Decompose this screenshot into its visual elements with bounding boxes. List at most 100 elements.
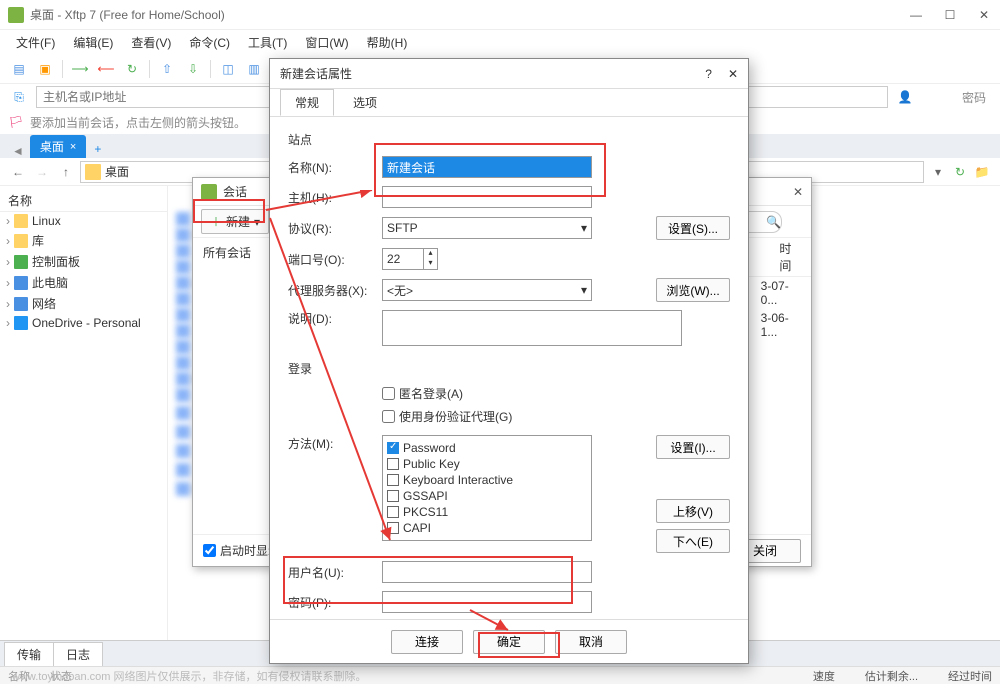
newfolder-icon[interactable]: 📁 xyxy=(972,162,992,182)
move-down-button[interactable]: 下へ(E) xyxy=(656,529,730,553)
tree-item[interactable]: ›Linux xyxy=(0,212,167,230)
tab-close-icon[interactable]: × xyxy=(70,141,76,153)
tree-item[interactable]: ›库 xyxy=(0,230,167,251)
menu-view[interactable]: 查看(V) xyxy=(123,32,179,53)
status-remain: 估计剩余... xyxy=(865,668,918,684)
agent-check[interactable] xyxy=(382,410,395,423)
port-input[interactable]: 22 ▴ ▾ xyxy=(382,248,438,270)
tab-options[interactable]: 选项 xyxy=(338,89,392,116)
anon-label: 匿名登录(A) xyxy=(399,385,463,402)
port-down-icon[interactable]: ▾ xyxy=(423,259,437,269)
menu-command[interactable]: 命令(C) xyxy=(181,32,238,53)
pass-label: 密码(P): xyxy=(288,594,374,611)
dialog-close-icon[interactable]: ✕ xyxy=(728,67,738,81)
menu-window[interactable]: 窗口(W) xyxy=(297,32,356,53)
chevron-down-icon: ▾ xyxy=(581,283,587,297)
tab-label: 桌面 xyxy=(40,138,64,155)
maximize-button[interactable]: ☐ xyxy=(942,8,958,22)
desktop-tab[interactable]: 桌面 × xyxy=(30,135,86,158)
methods-list[interactable]: PasswordPublic KeyKeyboard InteractiveGS… xyxy=(382,435,592,541)
nav-fwd-icon[interactable]: → xyxy=(32,162,52,182)
menu-edit[interactable]: 编辑(E) xyxy=(65,32,121,53)
tree-item[interactable]: ›网络 xyxy=(0,293,167,314)
site-group: 站点 xyxy=(288,131,730,148)
pane2-icon[interactable]: ▥ xyxy=(243,58,265,80)
method-item[interactable]: Keyboard Interactive xyxy=(387,472,587,488)
help-icon[interactable]: ? xyxy=(705,67,712,81)
name-label: 名称(N): xyxy=(288,159,374,176)
titlebar: 桌面 - Xftp 7 (Free for Home/School) — ☐ ✕ xyxy=(0,0,1000,30)
dialog-footer: 连接 确定 取消 xyxy=(270,619,748,663)
method-item[interactable]: PKCS11 xyxy=(387,504,587,520)
username-input[interactable] xyxy=(382,561,592,583)
anon-checkbox[interactable]: 匿名登录(A) xyxy=(382,385,730,402)
dropdown-icon[interactable]: ▾ xyxy=(254,215,260,229)
method-settings-button[interactable]: 设置(I)... xyxy=(656,435,730,459)
crumb-label: 桌面 xyxy=(105,163,129,180)
connect-icon[interactable]: ⟶ xyxy=(69,58,91,80)
new-session-button[interactable]: ＋ 新建 ▾ xyxy=(201,209,269,234)
method-item[interactable]: Public Key xyxy=(387,456,587,472)
refresh-icon[interactable]: ↻ xyxy=(950,162,970,182)
search-icon[interactable]: 🔍 xyxy=(766,215,781,229)
proxy-label: 代理服务器(X): xyxy=(288,282,374,299)
connect-button[interactable]: 连接 xyxy=(391,630,463,654)
log-tab[interactable]: 日志 xyxy=(53,642,103,666)
new-session-icon[interactable]: ▤ xyxy=(8,58,30,80)
method-label: 方法(M): xyxy=(288,435,374,452)
dialog-body: 站点 名称(N): 主机(H): 协议(R): SFTP ▾ 设置(S)... … xyxy=(270,117,748,619)
col-time[interactable]: 时间 xyxy=(779,240,803,274)
startup-check[interactable] xyxy=(203,544,216,557)
move-up-button[interactable]: 上移(V) xyxy=(656,499,730,523)
download-icon[interactable]: ⇩ xyxy=(182,58,204,80)
tab-prev-icon[interactable]: ◄ xyxy=(6,144,30,158)
desc-textarea[interactable] xyxy=(382,310,682,346)
tree-item[interactable]: ›此电脑 xyxy=(0,272,167,293)
tree-header: 名称 xyxy=(0,190,167,212)
agent-checkbox[interactable]: 使用身份验证代理(G) xyxy=(382,408,730,425)
password-input[interactable] xyxy=(382,591,592,613)
method-item[interactable]: GSSAPI xyxy=(387,488,587,504)
window-title: 桌面 - Xftp 7 (Free for Home/School) xyxy=(30,6,908,23)
dialog-title: 新建会话属性 xyxy=(280,65,705,82)
proxy-select[interactable]: <无> ▾ xyxy=(382,279,592,301)
sessions-close-icon[interactable]: ✕ xyxy=(793,185,803,199)
protocol-select[interactable]: SFTP ▾ xyxy=(382,217,592,239)
protocol-settings-button[interactable]: 设置(S)... xyxy=(656,216,730,240)
name-input[interactable] xyxy=(382,156,592,178)
tree-item[interactable]: ›控制面板 xyxy=(0,251,167,272)
disconnect-icon[interactable]: ⟵ xyxy=(95,58,117,80)
anon-check[interactable] xyxy=(382,387,395,400)
chevron-down-icon: ▾ xyxy=(581,221,587,235)
nav-up-icon[interactable]: ↑ xyxy=(56,162,76,182)
proxy-browse-button[interactable]: 浏览(W)... xyxy=(656,278,730,302)
addr-add-icon[interactable]: ⎘ xyxy=(8,86,30,108)
new-session-dialog: 新建会话属性 ? ✕ 常规 选项 站点 名称(N): 主机(H): 协议(R):… xyxy=(269,58,749,664)
menu-tools[interactable]: 工具(T) xyxy=(240,32,295,53)
transfer-tab[interactable]: 传输 xyxy=(4,642,54,666)
upload-icon[interactable]: ⇧ xyxy=(156,58,178,80)
minimize-button[interactable]: — xyxy=(908,8,924,22)
nav-back-icon[interactable]: ← xyxy=(8,162,28,182)
folder-icon xyxy=(85,164,101,180)
user-icon[interactable]: 👤 xyxy=(894,86,916,108)
menu-help[interactable]: 帮助(H) xyxy=(359,32,416,53)
login-group: 登录 xyxy=(288,360,730,377)
crumb-drop-icon[interactable]: ▾ xyxy=(928,162,948,182)
menu-file[interactable]: 文件(F) xyxy=(8,32,63,53)
ok-button[interactable]: 确定 xyxy=(473,630,545,654)
status-elapsed: 经过时间 xyxy=(948,668,992,684)
status-speed: 速度 xyxy=(813,668,835,684)
tree-item[interactable]: ›OneDrive - Personal xyxy=(0,314,167,332)
tab-add-icon[interactable]: + xyxy=(86,140,109,158)
pane-icon[interactable]: ◫ xyxy=(217,58,239,80)
reconnect-icon[interactable]: ↻ xyxy=(121,58,143,80)
cancel-button[interactable]: 取消 xyxy=(555,630,627,654)
tab-general[interactable]: 常规 xyxy=(280,89,334,116)
open-icon[interactable]: ▣ xyxy=(34,58,56,80)
folder-tree[interactable]: 名称 ›Linux›库›控制面板›此电脑›网络›OneDrive - Perso… xyxy=(0,186,168,650)
method-item[interactable]: CAPI xyxy=(387,520,587,536)
method-item[interactable]: Password xyxy=(387,440,587,456)
close-button[interactable]: ✕ xyxy=(976,8,992,22)
host-input-dlg[interactable] xyxy=(382,186,592,208)
